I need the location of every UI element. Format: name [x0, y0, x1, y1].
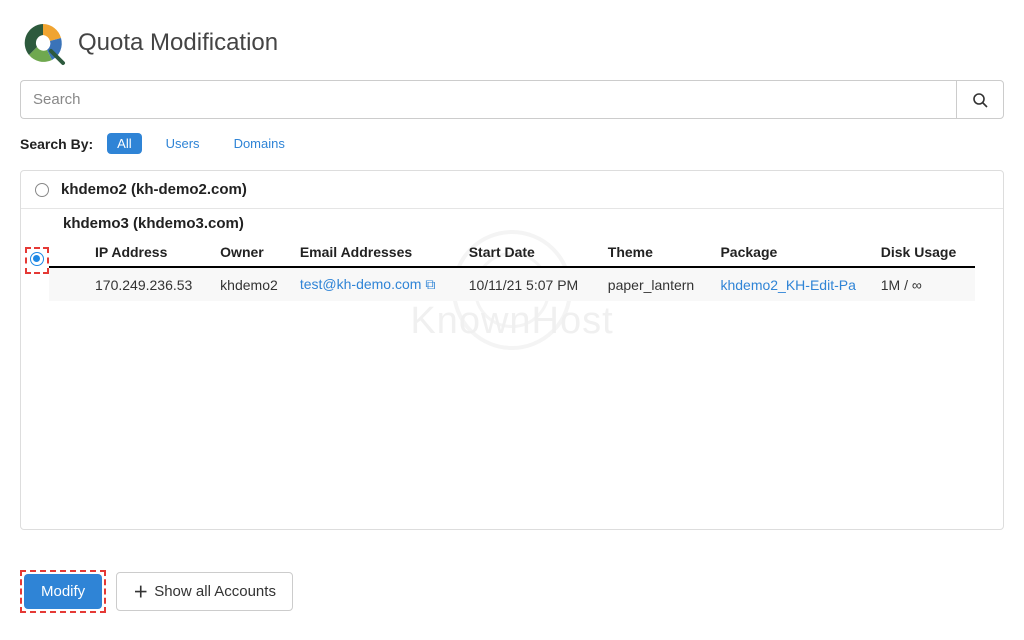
- cell-start: 10/11/21 5:07 PM: [463, 267, 602, 301]
- cell-email-link[interactable]: test@kh-demo.com ⧉: [300, 276, 435, 292]
- show-all-button[interactable]: ＋ Show all Accounts: [116, 572, 293, 611]
- account-label: khdemo2 (kh-demo2.com): [61, 181, 247, 198]
- col-start: Start Date: [463, 236, 602, 267]
- filter-users[interactable]: Users: [156, 133, 210, 154]
- search-icon: [972, 92, 988, 108]
- col-theme: Theme: [602, 236, 715, 267]
- account-row-selected[interactable]: khdemo3 (khdemo3.com) IP Address Owner E…: [21, 209, 1003, 303]
- account-row[interactable]: khdemo2 (kh-demo2.com): [21, 171, 1003, 209]
- app-logo: [20, 20, 66, 66]
- filter-all[interactable]: All: [107, 133, 141, 154]
- col-package: Package: [714, 236, 874, 267]
- page-title: Quota Modification: [78, 29, 278, 57]
- cell-disk: 1M / ∞: [875, 267, 975, 301]
- col-disk: Disk Usage: [875, 236, 975, 267]
- col-email: Email Addresses: [294, 236, 463, 267]
- table-row: 170.249.236.53 khdemo2 test@kh-demo.com …: [49, 267, 975, 301]
- highlight-radio: [25, 247, 49, 274]
- cell-owner: khdemo2: [214, 267, 294, 301]
- show-all-label: Show all Accounts: [154, 583, 276, 600]
- search-input[interactable]: [20, 80, 956, 119]
- radio-checked[interactable]: [30, 252, 44, 266]
- plus-icon: ＋: [133, 581, 148, 602]
- modify-button[interactable]: Modify: [24, 574, 102, 609]
- detail-table: IP Address Owner Email Addresses Start D…: [49, 236, 975, 301]
- radio-unchecked[interactable]: [35, 183, 49, 197]
- cell-theme: paper_lantern: [602, 267, 715, 301]
- cell-ip: 170.249.236.53: [89, 267, 214, 301]
- search-by-label: Search By:: [20, 136, 93, 152]
- account-label: khdemo3 (khdemo3.com): [63, 215, 989, 232]
- highlight-modify: Modify: [20, 570, 106, 613]
- search-button[interactable]: [956, 80, 1004, 119]
- filter-domains[interactable]: Domains: [224, 133, 295, 154]
- cell-package-link[interactable]: khdemo2_KH-Edit-Pa: [720, 277, 855, 293]
- col-owner: Owner: [214, 236, 294, 267]
- col-ip: IP Address: [89, 236, 214, 267]
- account-panel: khdemo2 (kh-demo2.com) khdemo3 (khdemo3.…: [20, 170, 1004, 530]
- copy-icon[interactable]: ⧉: [425, 276, 435, 292]
